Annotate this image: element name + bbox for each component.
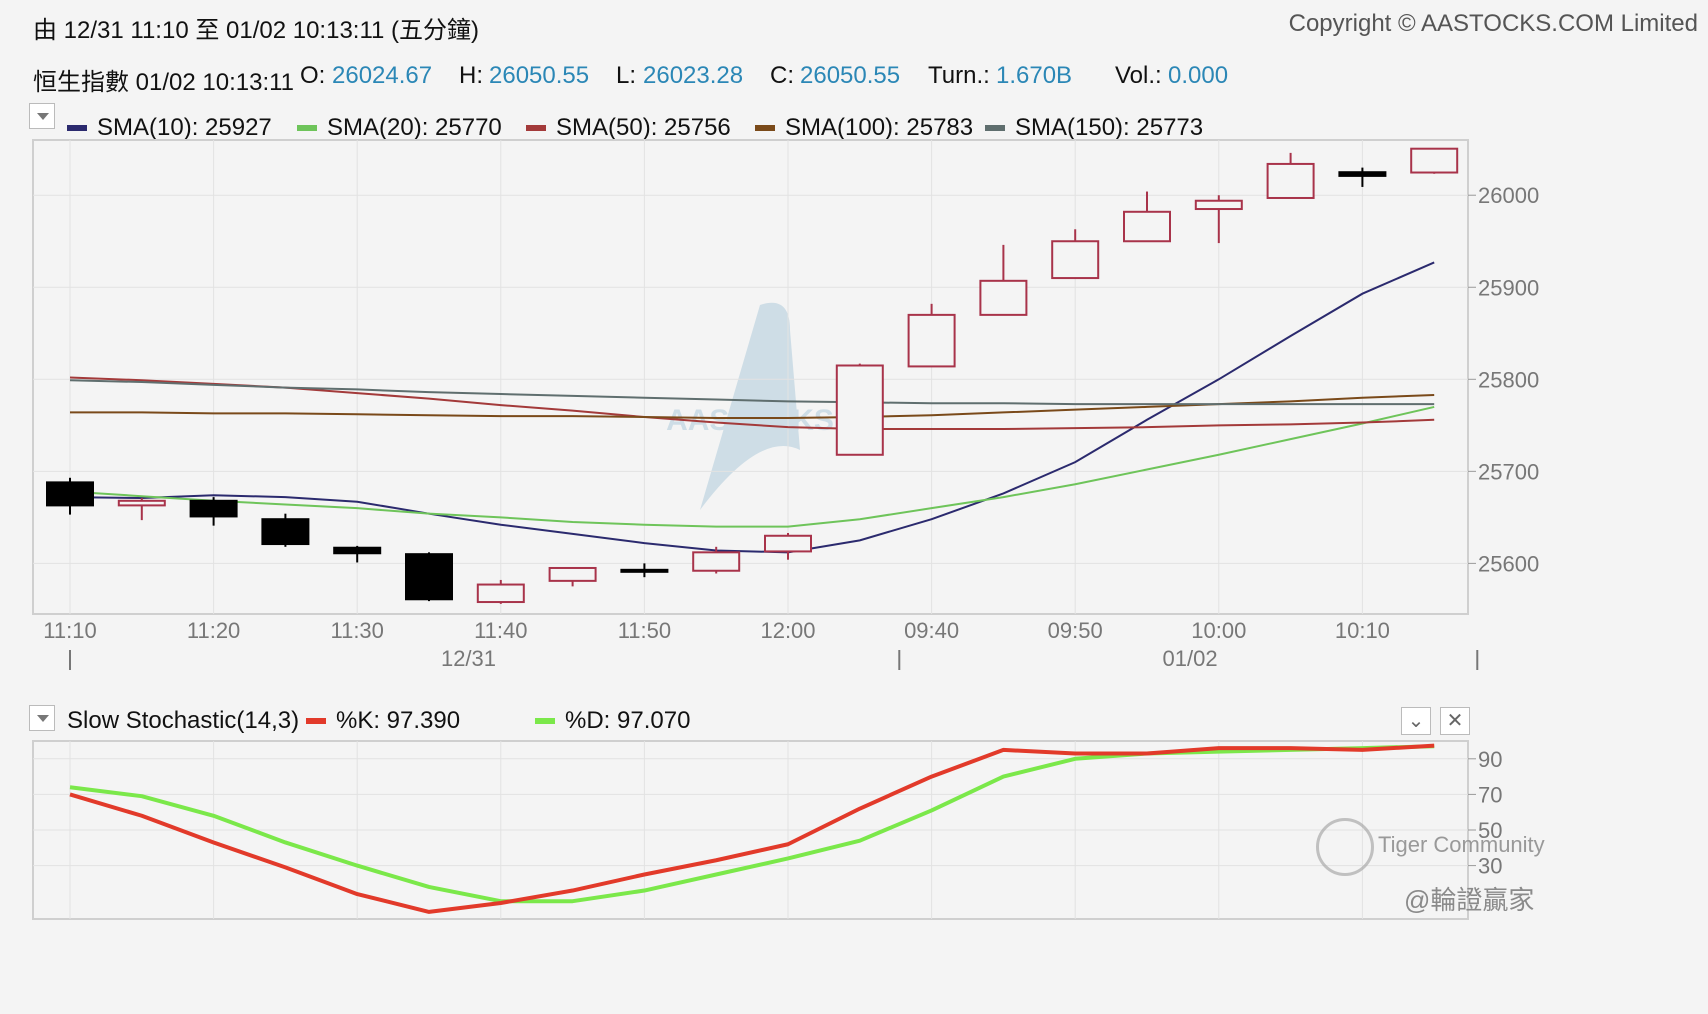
turnover-value: 1.670B (996, 62, 1073, 89)
date-label: 01/02 (1163, 646, 1218, 670)
legend-k: %K: 97.390 (306, 707, 460, 735)
y-tick-label: 25900 (1478, 275, 1539, 300)
candle (261, 513, 310, 547)
indicator-dropdown-button[interactable] (29, 705, 55, 731)
candle-body (692, 551, 741, 572)
open-label: O: (300, 62, 326, 89)
y-tick-label: 25800 (1478, 367, 1539, 392)
candle (1410, 147, 1459, 174)
main-chart-dropdown-button[interactable] (29, 103, 55, 129)
low-value: 26023.28 (643, 62, 744, 89)
candle-body (1194, 199, 1243, 211)
candle-body (1338, 171, 1387, 177)
chevron-down-icon: ⌄ (1407, 710, 1425, 732)
candle-body (261, 518, 310, 546)
x-tick-label: 12:00 (760, 618, 815, 643)
x-tick-label: 11:20 (187, 618, 240, 643)
candle-body (1123, 210, 1171, 243)
turnover-label: Turn.: (928, 62, 990, 89)
close-panel-button[interactable]: ✕ (1440, 707, 1470, 735)
x-tick-label: 09:50 (1048, 618, 1103, 643)
legend-swatch (306, 718, 326, 724)
close-icon: ✕ (1446, 710, 1464, 732)
candle-body (476, 583, 525, 604)
candle-body (548, 566, 597, 582)
legend-d: %D: 97.070 (535, 707, 690, 735)
author-watermark: @輪證贏家 (1404, 885, 1535, 915)
x-tick-label: 10:10 (1335, 618, 1390, 643)
candle (405, 552, 453, 602)
tiger-logo-icon (1316, 818, 1374, 876)
date-label: 12/31 (441, 646, 496, 670)
indicator-title: Slow Stochastic(14,3) (67, 707, 300, 734)
close-value: 26050.55 (800, 62, 901, 89)
candle-body (117, 499, 166, 507)
low-label: L: (616, 62, 637, 89)
candle-body (1266, 162, 1315, 199)
community-watermark: Tiger Community (1378, 832, 1545, 857)
x-tick-label: 11:50 (618, 618, 671, 643)
candle-body (46, 481, 94, 507)
volume-label: Vol.: (1115, 62, 1162, 89)
candle-body (1051, 240, 1100, 280)
candle-body (620, 568, 669, 573)
candle-body (907, 313, 956, 368)
candle-body (333, 546, 382, 555)
y-tick-label: 25600 (1478, 551, 1539, 576)
volume-value: 0.000 (1168, 62, 1229, 89)
candle (835, 363, 884, 456)
candle-body (764, 534, 812, 553)
collapse-panel-button[interactable]: ⌄ (1401, 707, 1431, 735)
legend-label: %K: 97.390 (336, 707, 461, 734)
legend-label: %D: 97.070 (565, 707, 691, 734)
index-name-time: 恒生指數 01/02 10:13:11 (33, 69, 295, 96)
y-tick-label: 26000 (1478, 183, 1539, 208)
x-tick-label: 11:40 (474, 618, 527, 643)
candlestick-chart[interactable]: AASTOCKS 256002570025800259002600011:10 1… (0, 130, 1708, 670)
copyright-text: Copyright © AASTOCKS.COM Limited (1288, 10, 1698, 37)
legend-swatch (535, 718, 555, 724)
open-value: 26024.67 (332, 62, 433, 89)
y-tick-label: 70 (1478, 782, 1502, 807)
y-tick-label: 90 (1478, 747, 1502, 772)
candle-body (979, 279, 1028, 316)
high-label: H: (459, 62, 483, 89)
candle-body (405, 553, 453, 601)
candle-body (1410, 147, 1459, 174)
high-value: 26050.55 (489, 62, 590, 89)
y-tick-label: 25700 (1478, 459, 1539, 484)
x-tick-label: 09:40 (904, 618, 959, 643)
candle-body (189, 499, 238, 518)
close-label: C: (770, 62, 794, 89)
x-tick-label: 11:30 (330, 618, 383, 643)
candle-body (835, 364, 884, 456)
x-tick-label: 11:10 (43, 618, 96, 643)
x-tick-label: 10:00 (1191, 618, 1246, 643)
date-range-label: 由 12/31 11:10 至 01/02 10:13:11 (五分鐘) (33, 17, 480, 44)
